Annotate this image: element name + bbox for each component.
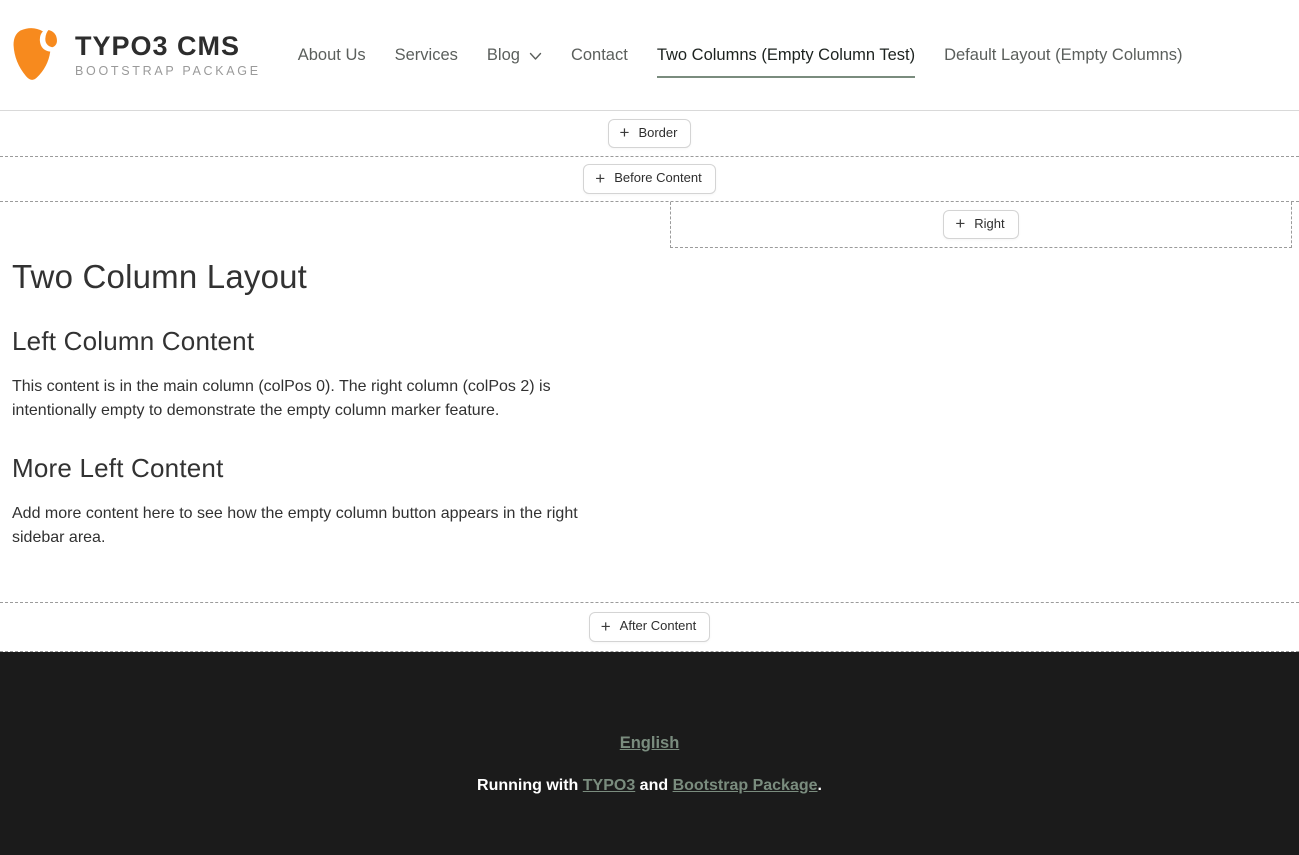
language-link-english[interactable]: English	[620, 734, 680, 753]
credit-prefix: Running with	[477, 777, 583, 794]
nav-item-label: Default Layout (Empty Columns)	[944, 46, 1182, 65]
add-right-label: Right	[974, 216, 1004, 232]
brand-text: TYPO3 CMS BOOTSTRAP PACKAGE	[75, 33, 261, 78]
credit-suffix: .	[818, 777, 822, 794]
nav-item-label: Contact	[571, 46, 628, 65]
nav-item-default-layout[interactable]: Default Layout (Empty Columns)	[944, 33, 1182, 78]
section-heading-left-column: Left Column Content	[12, 326, 1287, 357]
add-border-label: Border	[638, 125, 677, 141]
left-column-area	[0, 202, 670, 248]
dropzone-after-content: + After Content	[0, 602, 1299, 652]
add-after-content-button[interactable]: + After Content	[589, 612, 711, 641]
add-border-button[interactable]: + Border	[608, 119, 692, 148]
nav-item-label: Two Columns (Empty Column Test)	[657, 46, 915, 65]
dropzone-border: + Border	[0, 111, 1299, 157]
add-after-content-label: After Content	[620, 618, 697, 634]
two-column-row: + Right	[0, 202, 1299, 248]
plus-icon: +	[955, 216, 965, 231]
dropzone-right-column: + Right	[670, 202, 1292, 248]
nav-item-two-columns-active[interactable]: Two Columns (Empty Column Test)	[657, 33, 915, 78]
credit-middle: and	[635, 777, 672, 794]
plus-icon: +	[595, 171, 605, 186]
plus-icon: +	[601, 619, 611, 634]
add-before-content-label: Before Content	[614, 170, 701, 186]
main-content: Two Column Layout Left Column Content Th…	[0, 248, 1299, 602]
section-body-more-left: Add more content here to see how the emp…	[12, 502, 612, 550]
section-heading-more-left: More Left Content	[12, 453, 1287, 484]
main-nav: About Us Services Blog Contact Two Colum…	[298, 33, 1183, 78]
section-body-left-column: This content is in the main column (colP…	[12, 375, 612, 423]
nav-item-blog[interactable]: Blog	[487, 33, 542, 78]
chevron-down-icon	[529, 52, 542, 61]
nav-item-label: Services	[395, 46, 458, 65]
nav-item-label: Blog	[487, 46, 520, 65]
site-header: TYPO3 CMS BOOTSTRAP PACKAGE About Us Ser…	[0, 0, 1299, 111]
nav-item-services[interactable]: Services	[395, 33, 458, 78]
nav-item-about-us[interactable]: About Us	[298, 33, 366, 78]
add-before-content-button[interactable]: + Before Content	[583, 164, 715, 193]
dropzone-before-content: + Before Content	[0, 157, 1299, 202]
brand-title: TYPO3 CMS	[75, 33, 261, 60]
site-footer: English Running with TYPO3 and Bootstrap…	[0, 652, 1299, 855]
brand-subtitle: BOOTSTRAP PACKAGE	[75, 65, 261, 78]
typo3-link[interactable]: TYPO3	[583, 777, 635, 794]
nav-item-contact[interactable]: Contact	[571, 33, 628, 78]
site-logo[interactable]: TYPO3 CMS BOOTSTRAP PACKAGE	[10, 27, 261, 84]
page-title: Two Column Layout	[12, 258, 1287, 296]
nav-item-label: About Us	[298, 46, 366, 65]
bootstrap-package-link[interactable]: Bootstrap Package	[673, 777, 818, 794]
plus-icon: +	[620, 125, 630, 140]
footer-credit: Running with TYPO3 and Bootstrap Package…	[477, 777, 822, 795]
typo3-logo-icon	[10, 27, 62, 84]
add-right-button[interactable]: + Right	[943, 210, 1018, 239]
